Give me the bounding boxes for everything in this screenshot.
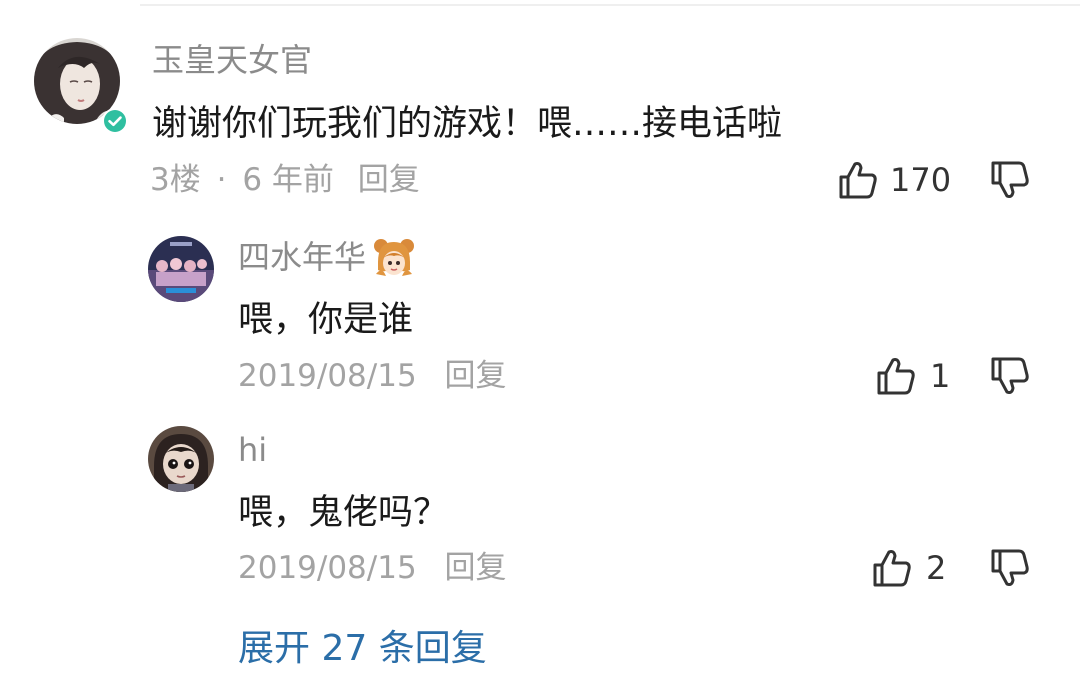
username[interactable]: hi	[238, 430, 267, 470]
thumb-down-icon	[991, 161, 1029, 198]
dislike-button[interactable]	[988, 354, 1032, 398]
top-divider	[140, 4, 1080, 6]
reply-text[interactable]: 喂，你是谁	[238, 298, 413, 342]
thumb-down-icon	[991, 549, 1029, 586]
user-medal	[372, 236, 416, 280]
like-button[interactable]: 2	[870, 546, 946, 590]
dislike-button[interactable]	[988, 546, 1032, 590]
reply-meta: 2019/08/15 回复	[238, 356, 507, 396]
avatar-doll-portrait-icon	[148, 426, 214, 492]
reply-date: 2019/08/15	[238, 358, 417, 394]
comment-text[interactable]: 谢谢你们玩我们的游戏！喂……接电话啦	[152, 102, 782, 146]
like-count: 1	[930, 357, 951, 395]
verified-check-icon	[104, 110, 126, 132]
reply-button[interactable]: 回复	[445, 358, 507, 394]
thumb-up-icon	[839, 162, 877, 199]
avatar[interactable]	[148, 236, 214, 302]
floor-number: 3楼	[150, 162, 201, 198]
reply-date: 2019/08/15	[238, 550, 417, 586]
username[interactable]: 四水年华	[238, 237, 366, 277]
comment-time: 6 年前	[242, 162, 334, 198]
username[interactable]: 玉皇天女官	[152, 40, 312, 80]
meta-separator: ·	[216, 162, 227, 198]
reply-button[interactable]: 回复	[445, 550, 507, 586]
thumb-up-icon	[873, 550, 911, 587]
avatar-stage-photo-icon	[148, 236, 214, 302]
like-count: 170	[890, 161, 952, 199]
comment-meta: 3楼 · 6 年前 回复	[150, 160, 420, 200]
dislike-button[interactable]	[988, 158, 1032, 202]
cartoon-girl-medal-icon	[374, 239, 414, 276]
reply-text[interactable]: 喂，鬼佬吗？	[238, 491, 448, 535]
like-count: 2	[926, 549, 947, 587]
reply-meta: 2019/08/15 回复	[238, 548, 507, 588]
thumb-down-icon	[991, 357, 1029, 394]
avatar[interactable]	[148, 426, 214, 492]
like-button[interactable]: 170	[836, 158, 951, 202]
reply-button[interactable]: 回复	[358, 162, 420, 198]
thumb-up-icon	[877, 358, 915, 395]
expand-replies-link[interactable]: 展开 27 条回复	[238, 626, 487, 672]
verified-badge	[102, 108, 128, 134]
comment-thread: 玉皇天女官 谢谢你们玩我们的游戏！喂……接电话啦 3楼 · 6 年前 回复 17…	[0, 0, 1080, 699]
like-button[interactable]: 1	[874, 354, 950, 398]
